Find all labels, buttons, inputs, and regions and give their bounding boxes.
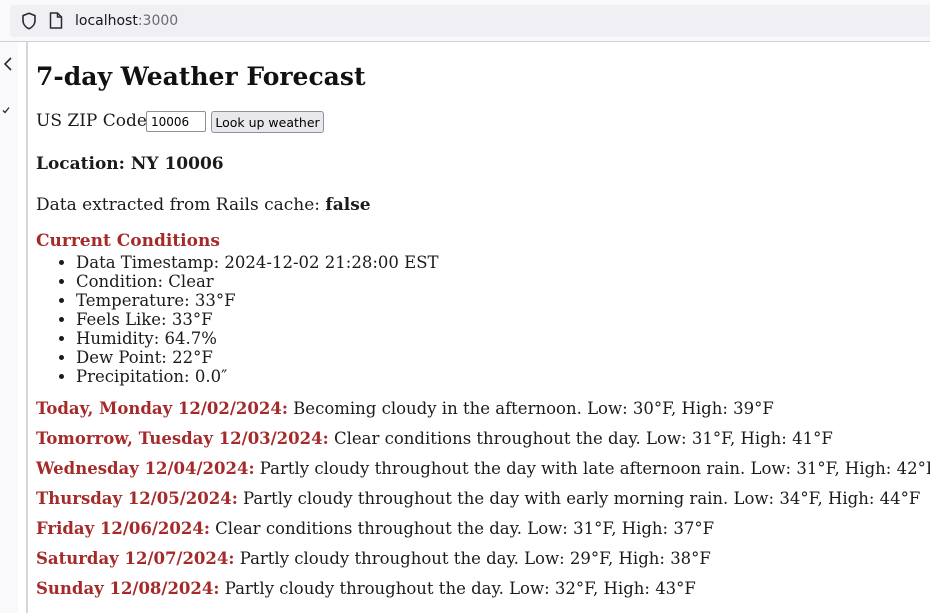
cache-value: false — [325, 195, 371, 215]
list-item: Feels Like: 33°F — [76, 310, 439, 329]
tracking-protection-shield-icon[interactable] — [21, 12, 37, 30]
list-item: Data Timestamp: 2024-12-02 21:28:00 EST — [76, 253, 439, 272]
list-item: Condition: Clear — [76, 272, 439, 291]
sidebar-divider[interactable] — [26, 42, 28, 613]
forecast-day-text: Partly cloudy throughout the day with la… — [254, 459, 930, 478]
list-item: Humidity: 64.7% — [76, 329, 439, 348]
sidebar-strip — [0, 42, 18, 613]
lookup-weather-button[interactable]: Look up weather — [211, 111, 324, 133]
forecast-day-label: Thursday 12/05/2024: — [36, 489, 238, 508]
forecast-day-label: Wednesday 12/04/2024: — [36, 459, 255, 478]
zip-label: US ZIP Code — [36, 111, 147, 131]
browser-toolbar: localhost:3000 — [0, 0, 930, 42]
forecast-day-label: Saturday 12/07/2024: — [36, 549, 235, 568]
location-heading: Location: NY 10006 — [36, 154, 224, 174]
forecast-day: Saturday 12/07/2024: Partly cloudy throu… — [36, 548, 711, 570]
forecast-day-label: Tomorrow, Tuesday 12/03/2024: — [36, 429, 329, 448]
forecast-day-label: Sunday 12/08/2024: — [36, 579, 220, 598]
forecast-day-label: Today, Monday 12/02/2024: — [36, 399, 288, 418]
checkmark-icon — [2, 107, 10, 114]
forecast-day-label: Friday 12/06/2024: — [36, 519, 210, 538]
chevron-left-icon[interactable] — [3, 57, 13, 71]
forecast-day: Sunday 12/08/2024: Partly cloudy through… — [36, 578, 696, 600]
zip-input[interactable] — [146, 111, 206, 132]
page-info-icon[interactable] — [49, 12, 63, 29]
forecast-day: Tomorrow, Tuesday 12/03/2024: Clear cond… — [36, 428, 833, 450]
forecast-day-text: Clear conditions throughout the day. Low… — [209, 519, 715, 538]
forecast-day-text: Partly cloudy throughout the day. Low: 3… — [219, 579, 696, 598]
url-host: localhost — [75, 13, 138, 29]
list-item: Precipitation: 0.0″ — [76, 367, 439, 386]
forecast-day: Thursday 12/05/2024: Partly cloudy throu… — [36, 488, 920, 510]
page-title: 7-day Weather Forecast — [36, 62, 366, 91]
forecast-day-text: Partly cloudy throughout the day. Low: 2… — [234, 549, 711, 568]
cache-status: Data extracted from Rails cache: false — [36, 194, 371, 216]
current-conditions-list: Data Timestamp: 2024-12-02 21:28:00 EST … — [36, 253, 439, 386]
url-port: :3000 — [137, 13, 179, 29]
list-item: Dew Point: 22°F — [76, 348, 439, 367]
current-conditions-heading: Current Conditions — [36, 231, 220, 251]
url-text[interactable]: localhost:3000 — [75, 12, 178, 30]
list-item: Temperature: 33°F — [76, 291, 439, 310]
forecast-day: Wednesday 12/04/2024: Partly cloudy thro… — [36, 458, 930, 480]
cache-label: Data extracted from Rails cache: — [36, 195, 320, 215]
forecast-day: Friday 12/06/2024: Clear conditions thro… — [36, 518, 714, 540]
forecast-day-text: Becoming cloudy in the afternoon. Low: 3… — [287, 399, 774, 418]
forecast-day-text: Partly cloudy throughout the day with ea… — [237, 489, 921, 508]
forecast-day: Today, Monday 12/02/2024: Becoming cloud… — [36, 398, 774, 420]
forecast-day-text: Clear conditions throughout the day. Low… — [328, 429, 833, 448]
